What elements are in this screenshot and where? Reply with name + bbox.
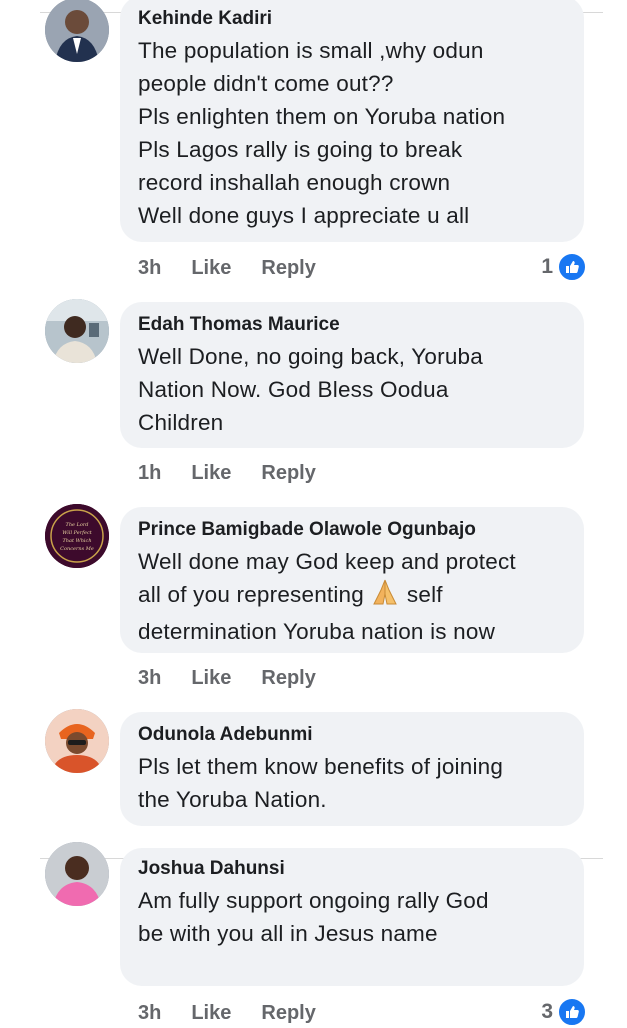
- comment-bubble: Joshua Dahunsi Am fully support ongoing …: [120, 848, 584, 986]
- avatar-photo: [45, 0, 109, 62]
- avatar[interactable]: [45, 709, 109, 773]
- like-button[interactable]: Like: [191, 253, 231, 283]
- comment-text: Well done may God keep and protect all o…: [138, 549, 516, 644]
- reply-button[interactable]: Reply: [261, 253, 315, 283]
- comment-timestamp: 1h: [138, 462, 162, 484]
- seal-line: That Which: [62, 538, 91, 544]
- comment-bubble: Edah Thomas Maurice Well Done, no going …: [120, 302, 584, 448]
- comment-author[interactable]: Prince Bamigbade Olawole Ogunbajo: [138, 515, 566, 545]
- comment-bubble: Prince Bamigbade Olawole Ogunbajo Well d…: [120, 507, 584, 653]
- seal-line: Will Perfect: [62, 530, 93, 536]
- avatar[interactable]: The Lord Will Perfect That Which Concern…: [45, 504, 109, 568]
- comment-timestamp: 3h: [138, 667, 162, 689]
- comment-bubble: Odunola Adebunmi Pls let them know benef…: [120, 712, 584, 826]
- comment-text: Am fully support ongoing rally God be wi…: [138, 888, 489, 946]
- comment-actions: 3h Like Reply: [138, 253, 316, 283]
- comment-actions: 3h Like Reply: [138, 663, 316, 693]
- reaction-summary[interactable]: 3: [541, 997, 587, 1027]
- avatar[interactable]: [45, 299, 109, 363]
- comment-author[interactable]: Kehinde Kadiri: [138, 4, 566, 34]
- comment-author[interactable]: Odunola Adebunmi: [138, 720, 566, 750]
- avatar-photo: [45, 709, 109, 773]
- avatar[interactable]: [45, 0, 109, 62]
- avatar-seal: The Lord Will Perfect That Which Concern…: [45, 504, 109, 568]
- thumbs-up-icon: [557, 252, 587, 282]
- comment-bubble: Kehinde Kadiri The population is small ,…: [120, 0, 584, 242]
- reaction-summary[interactable]: 1: [541, 252, 587, 282]
- comment-text: Well Done, no going back, Yoruba Nation …: [138, 344, 483, 435]
- avatar-photo: [45, 842, 109, 906]
- reaction-count: 1: [541, 255, 553, 278]
- like-button[interactable]: Like: [191, 663, 231, 693]
- avatar-photo: [45, 299, 109, 363]
- folded-hands-icon: [370, 578, 400, 615]
- comment-text: Pls let them know benefits of joining th…: [138, 754, 504, 812]
- seal-line: The Lord: [65, 522, 88, 528]
- comment-author[interactable]: Edah Thomas Maurice: [138, 310, 566, 340]
- reply-button[interactable]: Reply: [261, 663, 315, 693]
- comment-actions: 1h Like Reply: [138, 458, 316, 488]
- comment-text: The population is small ,why odun people…: [138, 38, 506, 228]
- avatar[interactable]: [45, 842, 109, 906]
- seal-line: Concerns Me: [60, 546, 94, 552]
- reaction-count: 3: [541, 1000, 553, 1023]
- reply-button[interactable]: Reply: [261, 458, 315, 488]
- comment-timestamp: 3h: [138, 257, 162, 279]
- comment-author[interactable]: Joshua Dahunsi: [138, 854, 566, 884]
- like-button[interactable]: Like: [191, 458, 231, 488]
- thumbs-up-icon: [557, 997, 587, 1027]
